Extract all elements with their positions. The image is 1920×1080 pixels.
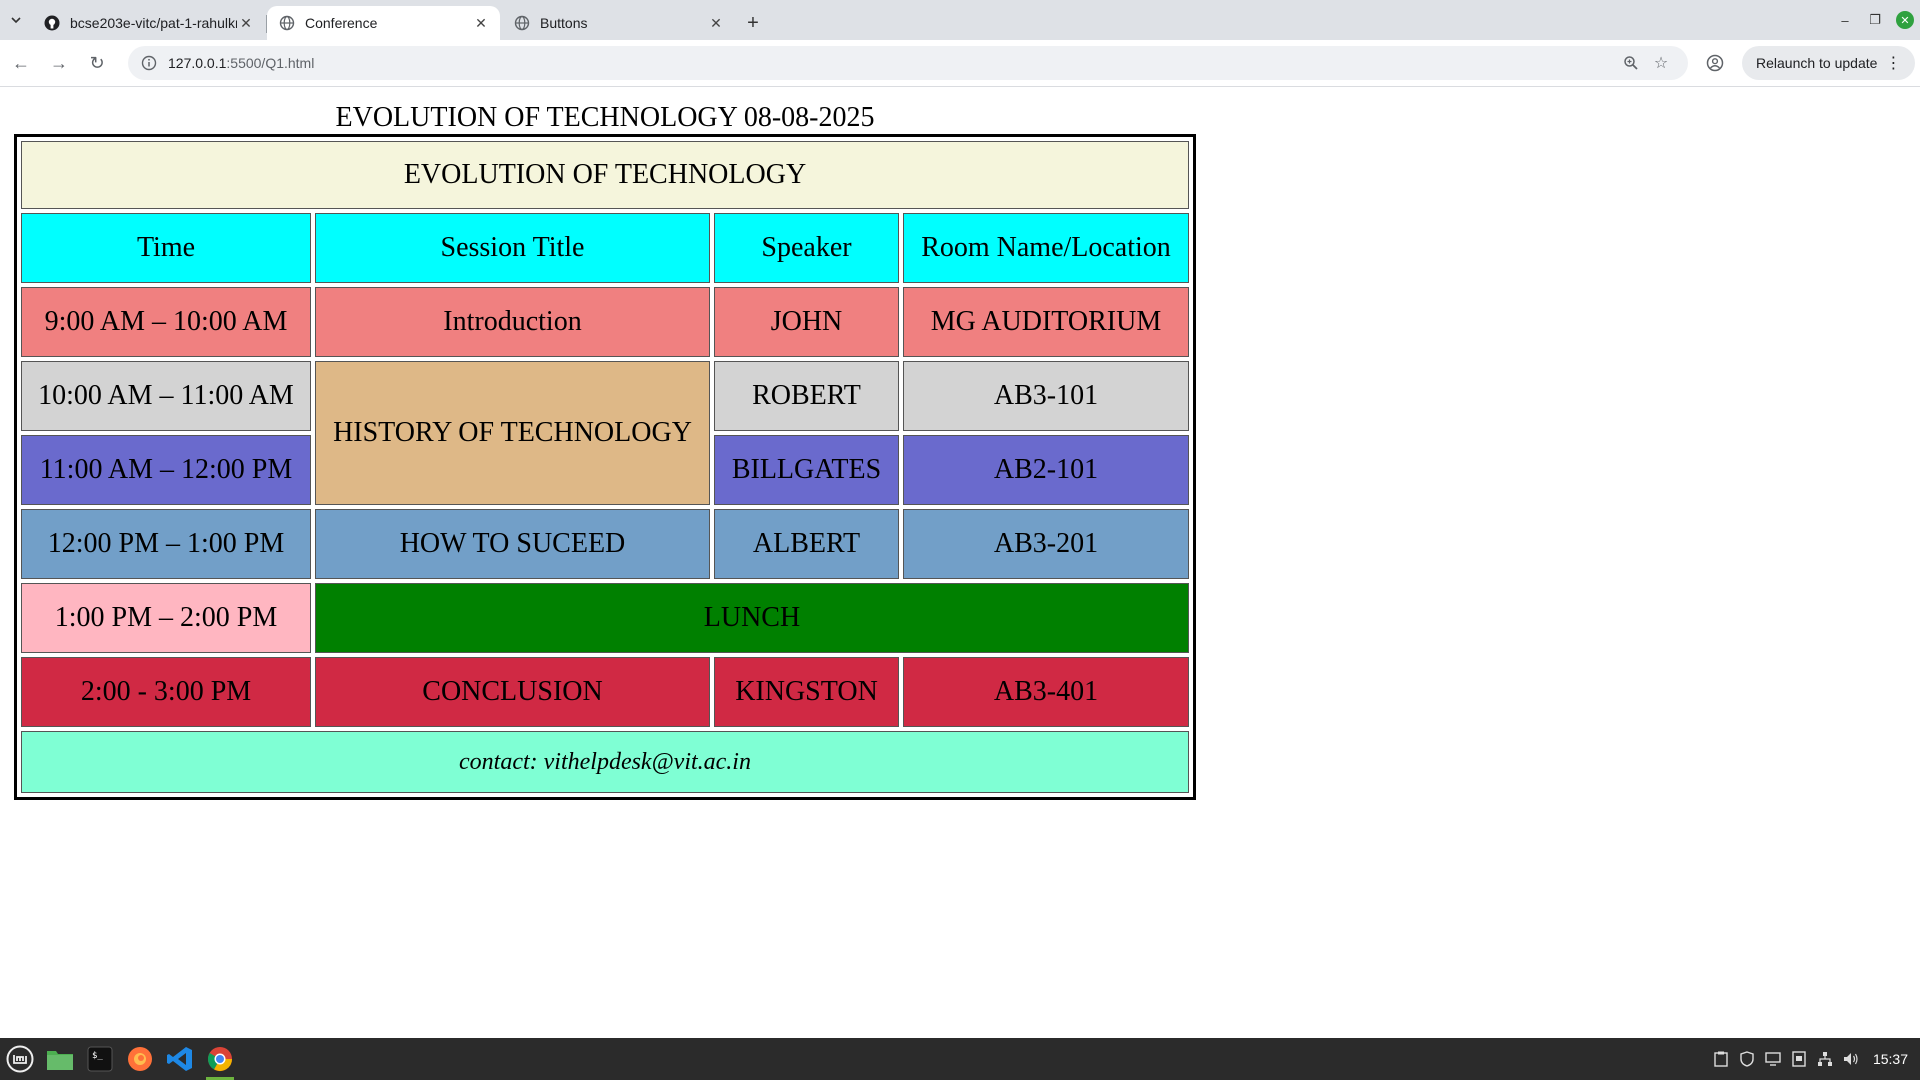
url-text[interactable]: 127.0.0.1:5500/Q1.html <box>168 55 1616 71</box>
header-row: Time Session Title Speaker Room Name/Loc… <box>21 213 1189 283</box>
time-cell: 1:00 PM – 2:00 PM <box>21 583 311 653</box>
header-room: Room Name/Location <box>903 213 1189 283</box>
tab-conference[interactable]: Conference ✕ <box>267 6 500 40</box>
speaker-cell: KINGSTON <box>714 657 899 727</box>
table-row: 10:00 AM – 11:00 AM HISTORY OF TECHNOLOG… <box>21 361 1189 505</box>
tab-title: bcse203e-vitc/pat-1-rahulkri <box>70 15 237 31</box>
session-cell: HISTORY OF TECHNOLOGY <box>315 361 710 505</box>
taskbar: $_ 15:37 <box>0 1038 1920 1080</box>
vscode-icon[interactable] <box>160 1038 200 1080</box>
page-content: EVOLUTION OF TECHNOLOGY 08-08-2025 EVOLU… <box>0 88 1920 1038</box>
back-icon[interactable]: ← <box>4 46 38 80</box>
bookmark-star-icon[interactable]: ☆ <box>1646 48 1676 78</box>
network-icon[interactable] <box>1817 1051 1833 1067</box>
tab-strip: bcse203e-vitc/pat-1-rahulkri ✕ Conferenc… <box>0 0 1920 40</box>
globe-icon <box>514 15 530 31</box>
terminal-icon[interactable]: $_ <box>80 1038 120 1080</box>
session-cell: HOW TO SUCEED <box>315 509 710 579</box>
session-cell: CONCLUSION <box>315 657 710 727</box>
url-host: 127.0.0.1 <box>168 55 227 71</box>
system-tray: 15:37 <box>1713 1038 1908 1080</box>
table-title: EVOLUTION OF TECHNOLOGY <box>21 141 1189 209</box>
tab-github[interactable]: bcse203e-vitc/pat-1-rahulkri ✕ <box>32 6 267 40</box>
display-icon[interactable] <box>1765 1051 1781 1067</box>
header-time: Time <box>21 213 311 283</box>
globe-icon <box>279 15 295 31</box>
url-path: :5500/Q1.html <box>226 55 315 71</box>
time-cell: 12:00 PM – 1:00 PM <box>21 509 311 579</box>
relaunch-button[interactable]: Relaunch to update ⋮ <box>1742 46 1916 80</box>
restore-icon[interactable]: ❐ <box>1860 5 1890 35</box>
time-cell: 9:00 AM – 10:00 AM <box>21 287 311 357</box>
window-controls: – ❐ ✕ <box>1830 0 1920 40</box>
more-menu-icon[interactable]: ⋮ <box>1885 53 1901 73</box>
reload-icon[interactable]: ↻ <box>80 46 114 80</box>
minimize-icon[interactable]: – <box>1830 5 1860 35</box>
tab-buttons[interactable]: Buttons ✕ <box>502 6 735 40</box>
close-icon[interactable]: ✕ <box>237 14 255 32</box>
site-info-icon[interactable] <box>140 54 158 72</box>
close-icon[interactable]: ✕ <box>707 14 725 32</box>
firefox-icon[interactable] <box>120 1038 160 1080</box>
mint-menu-icon[interactable] <box>0 1038 40 1080</box>
tab-search-button[interactable] <box>0 0 32 40</box>
lunch-cell: LUNCH <box>315 583 1189 653</box>
volume-icon[interactable] <box>1843 1051 1859 1067</box>
room-cell: AB3-201 <box>903 509 1189 579</box>
speaker-cell: BILLGATES <box>714 435 899 505</box>
files-icon[interactable] <box>40 1038 80 1080</box>
close-icon[interactable]: ✕ <box>472 14 490 32</box>
speaker-cell: ROBERT <box>714 361 899 431</box>
room-cell: MG AUDITORIUM <box>903 287 1189 357</box>
shield-icon[interactable] <box>1739 1051 1755 1067</box>
chrome-icon[interactable] <box>200 1038 240 1080</box>
table-row: 9:00 AM – 10:00 AM Introduction JOHN MG … <box>21 287 1189 357</box>
forward-icon[interactable]: → <box>42 46 76 80</box>
close-window-icon[interactable]: ✕ <box>1896 11 1914 29</box>
browser-toolbar: ← → ↻ 127.0.0.1:5500/Q1.html ☆ Relaunch … <box>0 40 1920 87</box>
clipboard-icon[interactable] <box>1713 1051 1729 1067</box>
chevron-down-icon <box>11 17 21 24</box>
contact-footer: contact: vithelpdesk@vit.ac.in <box>21 731 1189 793</box>
address-bar[interactable]: 127.0.0.1:5500/Q1.html ☆ <box>128 46 1688 80</box>
table-row: 1:00 PM – 2:00 PM LUNCH <box>21 583 1189 653</box>
relaunch-label: Relaunch to update <box>1756 55 1878 71</box>
tab-title: Buttons <box>540 15 588 31</box>
time-cell: 2:00 - 3:00 PM <box>21 657 311 727</box>
session-cell: Introduction <box>315 287 710 357</box>
header-session: Session Title <box>315 213 710 283</box>
table-caption: EVOLUTION OF TECHNOLOGY 08-08-2025 <box>335 102 875 133</box>
time-cell: 10:00 AM – 11:00 AM <box>21 361 311 431</box>
room-cell: AB3-401 <box>903 657 1189 727</box>
svg-text:$_: $_ <box>92 1051 103 1061</box>
schedule-table: EVOLUTION OF TECHNOLOGY Time Session Tit… <box>14 134 1196 800</box>
table-row: 2:00 - 3:00 PM CONCLUSION KINGSTON AB3-4… <box>21 657 1189 727</box>
table-row: 12:00 PM – 1:00 PM HOW TO SUCEED ALBERT … <box>21 509 1189 579</box>
profile-icon[interactable] <box>1698 46 1732 80</box>
room-cell: AB3-101 <box>903 361 1189 431</box>
speaker-cell: ALBERT <box>714 509 899 579</box>
room-cell: AB2-101 <box>903 435 1189 505</box>
updates-icon[interactable] <box>1791 1051 1807 1067</box>
speaker-cell: JOHN <box>714 287 899 357</box>
time-cell: 11:00 AM – 12:00 PM <box>21 435 311 505</box>
tab-title: Conference <box>305 15 378 31</box>
zoom-icon[interactable] <box>1616 48 1646 78</box>
new-tab-button[interactable]: + <box>737 6 769 40</box>
clock[interactable]: 15:37 <box>1873 1051 1908 1067</box>
header-speaker: Speaker <box>714 213 899 283</box>
github-icon <box>44 15 60 31</box>
